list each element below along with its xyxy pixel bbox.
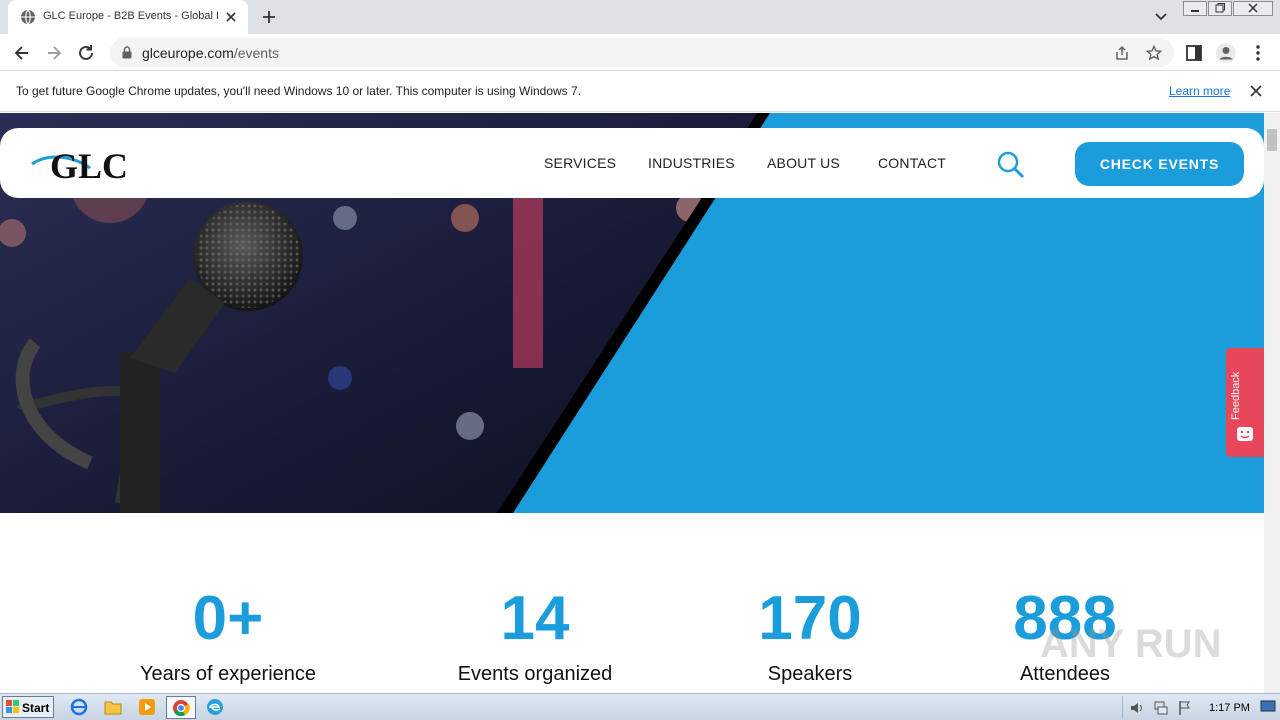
reload-icon[interactable] [76, 43, 96, 63]
nav-services[interactable]: SERVICES [544, 155, 616, 171]
site-header: GLC SERVICES INDUSTRIES ABOUT US CONTACT… [0, 128, 1264, 198]
nav-about-us[interactable]: ABOUT US [767, 155, 840, 171]
minimize-button[interactable] [1183, 1, 1207, 16]
show-desktop-icon[interactable] [1260, 698, 1276, 714]
stat-events-value: 14 [500, 584, 570, 653]
new-tab-icon[interactable] [260, 8, 278, 26]
infobar-message: To get future Google Chrome updates, you… [16, 84, 582, 98]
share-icon[interactable] [1114, 45, 1130, 61]
nav-industries[interactable]: INDUSTRIES [648, 155, 735, 171]
nav-contact[interactable]: CONTACT [878, 155, 946, 171]
close-icon [1248, 3, 1258, 13]
window-close-button[interactable] [1233, 1, 1273, 16]
feedback-label: Feedback [1230, 371, 1242, 420]
search-icon[interactable] [996, 150, 1026, 180]
stat-years-value: 0+ [192, 584, 264, 653]
menu-dots-icon[interactable] [1248, 43, 1268, 63]
stat-years-label: Years of experience [139, 663, 317, 685]
globe-icon [21, 9, 35, 25]
restore-icon [1215, 3, 1225, 13]
flag-icon[interactable] [1177, 700, 1193, 716]
windows-logo-icon [6, 700, 19, 713]
browser-toolbar: glceurope.com/events [0, 34, 1280, 71]
url-path: /events [233, 45, 279, 61]
start-button[interactable]: Start [2, 696, 54, 718]
lock-icon [122, 46, 132, 59]
watermark-text: ANY RUN [1040, 622, 1222, 666]
profile-icon[interactable] [1215, 42, 1237, 64]
start-label: Start [22, 701, 50, 715]
page-scrollbar[interactable] [1264, 113, 1280, 693]
restore-button[interactable] [1208, 1, 1232, 16]
update-infobar: To get future Google Chrome updates, you… [0, 72, 1280, 112]
glc-logo[interactable]: GLC [30, 142, 155, 184]
chevron-down-icon[interactable] [1153, 10, 1169, 24]
media-player-icon[interactable] [138, 698, 156, 716]
check-events-button[interactable]: CHECK EVENTS [1075, 142, 1244, 186]
tab-strip: GLC Europe - B2B Events - Global Le [0, 0, 1280, 34]
folder-icon[interactable] [104, 698, 122, 716]
back-icon[interactable] [12, 43, 32, 63]
stat-speakers-value: 170 [758, 584, 862, 653]
minimize-icon [1191, 10, 1199, 12]
learn-more-link[interactable]: Learn more [1169, 84, 1230, 98]
browser-tab[interactable]: GLC Europe - B2B Events - Global Le [8, 0, 248, 34]
stat-speakers-label: Speakers [767, 663, 853, 685]
forward-icon[interactable] [44, 43, 64, 63]
url-host: glceurope.com [142, 45, 234, 61]
anyrun-watermark: ANY RUN [1040, 622, 1222, 666]
side-panel-icon[interactable] [1184, 43, 1204, 63]
page-viewport: GLC SERVICES INDUSTRIES ABOUT US CONTACT… [0, 113, 1264, 693]
internet-explorer-icon[interactable] [70, 698, 88, 716]
chrome-taskbar-button[interactable] [166, 696, 196, 719]
close-icon[interactable] [224, 10, 238, 24]
smiley-icon [1237, 427, 1253, 441]
windows-taskbar: Start 1:17 PM [0, 693, 1280, 720]
clock: 1:17 PM [1209, 702, 1250, 714]
url-text: glceurope.com/events [142, 45, 279, 61]
tab-title: GLC Europe - B2B Events - Global Le [43, 10, 218, 22]
star-icon[interactable] [1146, 45, 1162, 61]
stat-events-label: Events organized [457, 663, 613, 685]
speaker-icon[interactable] [1129, 700, 1145, 716]
scrollbar-thumb[interactable] [1267, 129, 1277, 151]
close-icon[interactable] [1249, 84, 1263, 98]
edge-icon[interactable] [206, 698, 224, 716]
svg-text:GLC: GLC [50, 146, 128, 184]
network-icon[interactable] [1153, 700, 1169, 716]
chrome-icon [173, 700, 190, 717]
address-bar[interactable]: glceurope.com/events [110, 38, 1174, 67]
